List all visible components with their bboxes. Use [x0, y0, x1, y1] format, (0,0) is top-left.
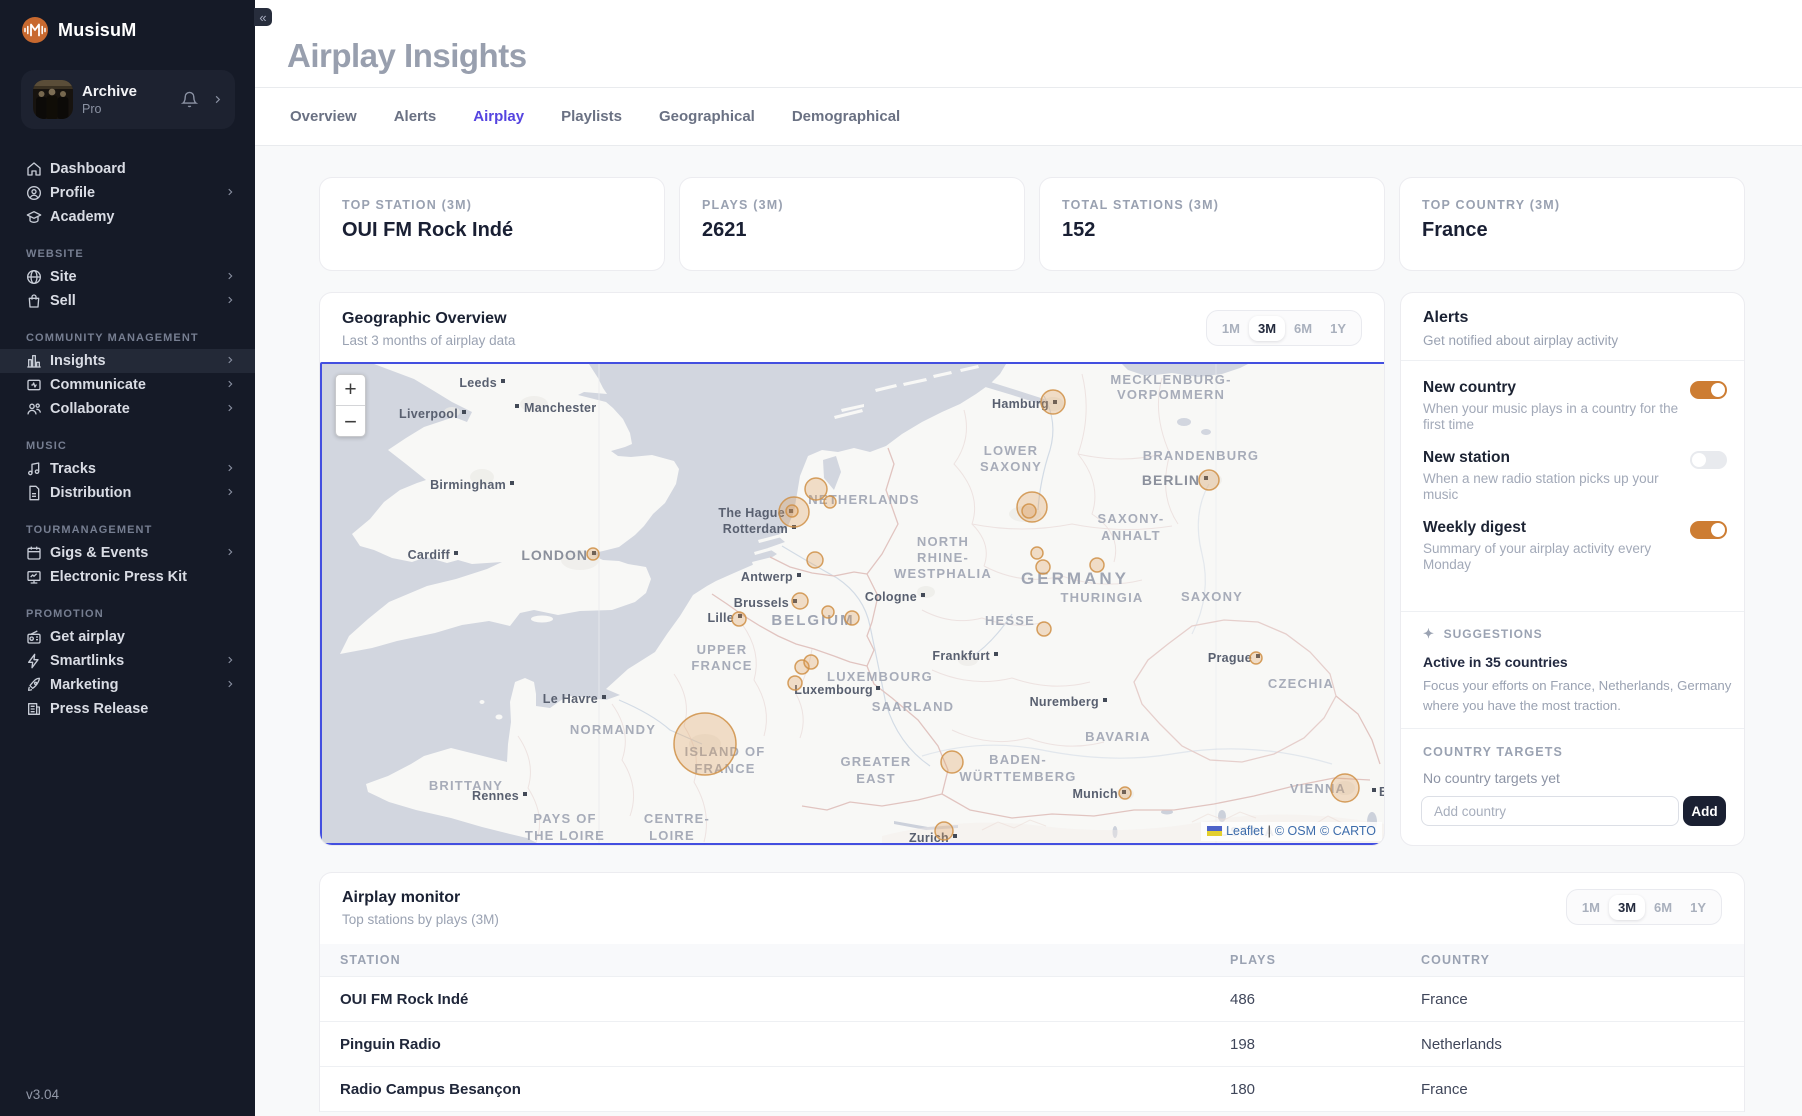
- svg-text:Nuremberg: Nuremberg: [1030, 695, 1099, 709]
- svg-text:LOIRE: LOIRE: [649, 828, 695, 843]
- svg-text:The Hague: The Hague: [718, 506, 785, 520]
- svg-text:Luxembourg: Luxembourg: [794, 683, 873, 697]
- svg-text:HESSE: HESSE: [985, 613, 1035, 628]
- svg-text:PAYS OF: PAYS OF: [533, 811, 596, 826]
- svg-text:RHINE-: RHINE-: [917, 550, 969, 565]
- svg-text:Leeds: Leeds: [459, 376, 497, 390]
- svg-text:CENTRE-: CENTRE-: [644, 811, 710, 826]
- svg-text:THURINGIA: THURINGIA: [1060, 590, 1143, 605]
- svg-text:Frankfurt: Frankfurt: [932, 649, 990, 663]
- svg-text:SAXONY: SAXONY: [980, 459, 1042, 474]
- svg-text:CZECHIA: CZECHIA: [1268, 676, 1334, 691]
- svg-text:ANHALT: ANHALT: [1101, 528, 1161, 543]
- svg-text:Birmingham: Birmingham: [430, 478, 506, 492]
- svg-text:BRANDENBURG: BRANDENBURG: [1143, 448, 1259, 463]
- svg-text:Cologne: Cologne: [865, 590, 917, 604]
- svg-text:WÜRTTEMBERG: WÜRTTEMBERG: [959, 769, 1076, 784]
- svg-text:LOWER: LOWER: [984, 443, 1038, 458]
- svg-text:Manchester: Manchester: [524, 401, 596, 415]
- svg-text:Liverpool: Liverpool: [399, 407, 458, 421]
- svg-text:THE LOIRE: THE LOIRE: [525, 828, 605, 843]
- svg-text:VORPOMMERN: VORPOMMERN: [1117, 387, 1225, 402]
- svg-text:SAARLAND: SAARLAND: [872, 699, 955, 714]
- svg-text:BERLIN: BERLIN: [1142, 472, 1200, 488]
- svg-text:LONDON: LONDON: [521, 547, 588, 563]
- svg-text:BELGIUM: BELGIUM: [771, 612, 854, 629]
- svg-text:Le Havre: Le Havre: [543, 692, 598, 706]
- svg-text:UPPER: UPPER: [697, 642, 748, 657]
- svg-text:Brussels: Brussels: [734, 596, 789, 610]
- svg-text:BAVARIA: BAVARIA: [1085, 729, 1151, 744]
- svg-text:NORTH: NORTH: [917, 534, 969, 549]
- svg-text:FRANCE: FRANCE: [691, 658, 752, 673]
- svg-text:LUXEMBOURG: LUXEMBOURG: [827, 669, 933, 684]
- svg-text:Prague: Prague: [1208, 651, 1252, 665]
- svg-text:BADEN-: BADEN-: [989, 752, 1047, 767]
- svg-text:SAXONY-: SAXONY-: [1098, 511, 1165, 526]
- svg-text:EAST: EAST: [856, 771, 895, 786]
- svg-text:WESTPHALIA: WESTPHALIA: [894, 566, 992, 581]
- svg-text:Rotterdam: Rotterdam: [723, 522, 788, 536]
- svg-text:Antwerp: Antwerp: [741, 570, 793, 584]
- svg-text:Lille: Lille: [707, 611, 734, 625]
- svg-text:B: B: [1379, 785, 1384, 799]
- svg-text:Munich: Munich: [1072, 787, 1118, 801]
- svg-text:Cardiff: Cardiff: [408, 548, 451, 562]
- svg-text:NORMANDY: NORMANDY: [570, 722, 656, 737]
- svg-text:Rennes: Rennes: [472, 789, 519, 803]
- svg-text:SAXONY: SAXONY: [1181, 589, 1243, 604]
- svg-text:GREATER: GREATER: [841, 754, 912, 769]
- svg-text:MECKLENBURG-: MECKLENBURG-: [1110, 372, 1231, 387]
